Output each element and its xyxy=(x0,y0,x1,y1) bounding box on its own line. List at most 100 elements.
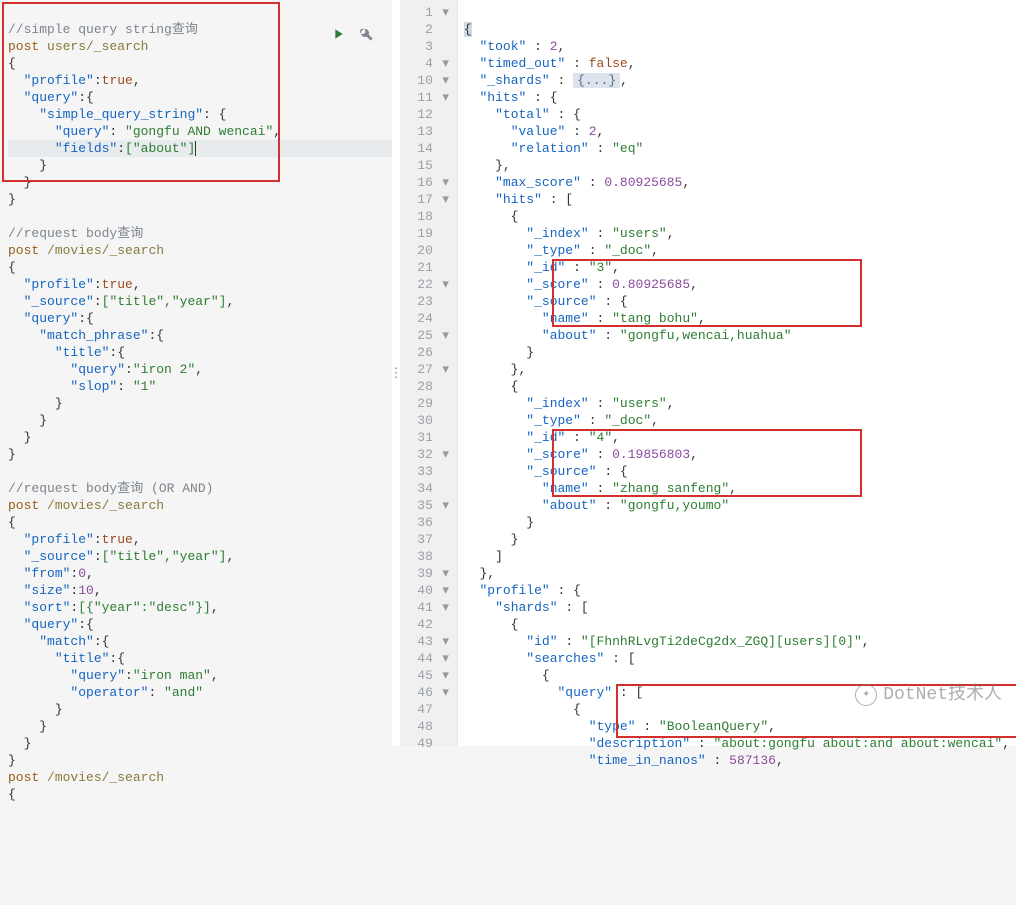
string: "users" xyxy=(612,226,667,241)
key: "size" xyxy=(24,583,71,598)
string: "iron 2" xyxy=(133,362,195,377)
string: "_doc" xyxy=(604,243,651,258)
key: "profile" xyxy=(24,73,94,88)
key: "title" xyxy=(55,345,110,360)
key: "operator" xyxy=(70,685,148,700)
key: "fields" xyxy=(55,141,117,156)
string: "gongfu,wencai,huahua" xyxy=(620,328,792,343)
key: "relation" xyxy=(511,141,589,156)
bool: true xyxy=(102,532,133,547)
key: "query" xyxy=(70,668,125,683)
run-actions xyxy=(330,26,374,47)
key: "about" xyxy=(542,328,597,343)
string: "3" xyxy=(589,260,612,275)
string: "about:gongfu about:and about:wencai" xyxy=(714,736,1003,751)
string: "4" xyxy=(589,430,612,445)
key: "simple_query_string" xyxy=(39,107,203,122)
string: "[FhnhRLvgTi2deCg2dx_ZGQ][users][0]" xyxy=(581,634,862,649)
key: "match_phrase" xyxy=(39,328,148,343)
http-method: post xyxy=(8,243,39,258)
key: "name" xyxy=(542,481,589,496)
http-method: post xyxy=(8,39,39,54)
key: "query" xyxy=(55,124,110,139)
key: "hits" xyxy=(495,192,542,207)
string: "iron man" xyxy=(133,668,211,683)
key: "title" xyxy=(55,651,110,666)
key: "query" xyxy=(24,617,79,632)
number: 2 xyxy=(550,39,558,54)
key: "_score" xyxy=(526,447,588,462)
collapsed-badge[interactable]: {...} xyxy=(573,73,620,88)
key: "query" xyxy=(24,311,79,326)
key: "max_score" xyxy=(495,175,581,190)
key: "_score" xyxy=(526,277,588,292)
key: "sort" xyxy=(24,600,71,615)
bool: true xyxy=(102,277,133,292)
comment: //simple query string查询 xyxy=(8,22,198,37)
key: "total" xyxy=(495,107,550,122)
string: "gongfu,youmo" xyxy=(620,498,729,513)
watermark-text: DotNet技术人 xyxy=(883,687,1002,704)
key: "profile" xyxy=(24,532,94,547)
key: "match" xyxy=(39,634,94,649)
string: [{"year":"desc"}] xyxy=(78,600,211,615)
url-path: /movies/_search xyxy=(47,243,164,258)
key: "id" xyxy=(526,634,557,649)
code-left[interactable]: //simple query string查询 post users/_sear… xyxy=(8,4,392,803)
key: "_source" xyxy=(526,294,596,309)
key: "_index" xyxy=(526,226,588,241)
key: "_id" xyxy=(526,260,565,275)
key: "_shards" xyxy=(479,73,549,88)
number: 10 xyxy=(78,583,94,598)
key: "slop" xyxy=(70,379,117,394)
line-gutter: 1▾234▾10▾11▾1213141516▾17▾1819202122▾232… xyxy=(400,0,458,746)
http-method: post xyxy=(8,498,39,513)
number: 0.80925685 xyxy=(612,277,690,292)
key: "_type" xyxy=(526,243,581,258)
key: "query" xyxy=(70,362,125,377)
key: "description" xyxy=(589,736,690,751)
key: "value" xyxy=(511,124,566,139)
key: "_source" xyxy=(24,294,94,309)
splitter[interactable]: ⋮ xyxy=(392,0,400,746)
url-path: users/_search xyxy=(47,39,148,54)
key: "query" xyxy=(558,685,613,700)
key: "_type" xyxy=(526,413,581,428)
string: "and" xyxy=(164,685,203,700)
string: "eq" xyxy=(612,141,643,156)
string: ["title","year"] xyxy=(102,549,227,564)
result-json: { "took" : 2, "timed_out" : false, "_sha… xyxy=(464,21,1010,769)
key: "timed_out" xyxy=(479,56,565,71)
number: 2 xyxy=(589,124,597,139)
wrench-icon[interactable] xyxy=(358,26,374,47)
url-path: /movies/_search xyxy=(47,770,164,785)
key: "type" xyxy=(589,719,636,734)
bool: true xyxy=(102,73,133,88)
play-icon[interactable] xyxy=(330,26,346,47)
key: "profile" xyxy=(24,277,94,292)
string: "BooleanQuery" xyxy=(659,719,768,734)
key: "took" xyxy=(479,39,526,54)
key: "shards" xyxy=(495,600,557,615)
key: "searches" xyxy=(526,651,604,666)
string: "tang bohu" xyxy=(612,311,698,326)
right-result-panel: 1▾234▾10▾11▾1213141516▾17▾1819202122▾232… xyxy=(400,0,1016,746)
http-method: post xyxy=(8,770,39,785)
code-right[interactable]: { "took" : 2, "timed_out" : false, "_sha… xyxy=(458,0,1016,746)
watermark: ✦ DotNet技术人 xyxy=(855,684,1002,706)
string: "zhang sanfeng" xyxy=(612,481,729,496)
string: "gongfu AND wencai" xyxy=(125,124,273,139)
key: "about" xyxy=(542,498,597,513)
number: 0 xyxy=(78,566,86,581)
number: 0.80925685 xyxy=(604,175,682,190)
key: "query" xyxy=(24,90,79,105)
string: "users" xyxy=(612,396,667,411)
left-editor-panel[interactable]: //simple query string查询 post users/_sear… xyxy=(0,0,392,746)
comment: //request body查询 (OR AND) xyxy=(8,481,213,496)
key: "_source" xyxy=(24,549,94,564)
number: 587136 xyxy=(729,753,776,768)
url-path: /movies/_search xyxy=(47,498,164,513)
key: "from" xyxy=(24,566,71,581)
string: ["about"] xyxy=(125,141,195,156)
string: ["title","year"] xyxy=(102,294,227,309)
